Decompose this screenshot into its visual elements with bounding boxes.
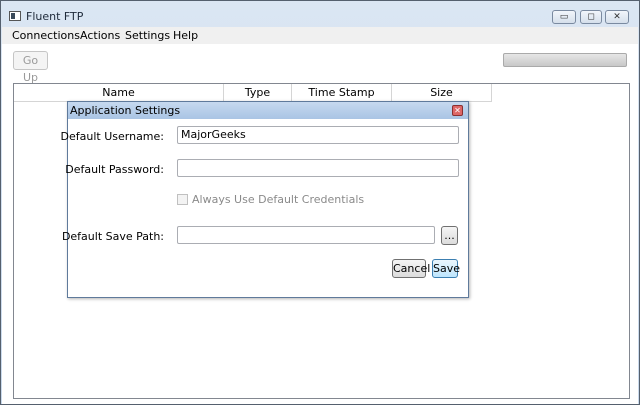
cancel-button[interactable]: Cancel [392, 259, 430, 278]
menu-actions[interactable]: Actions [80, 29, 120, 42]
title-bar: Fluent FTP ▭ ◻ ✕ [1, 1, 639, 27]
username-label: Default Username: [60, 130, 164, 143]
window-title: Fluent FTP [26, 10, 84, 23]
menu-help[interactable]: Help [173, 29, 198, 42]
username-input[interactable]: MajorGeeks [177, 126, 459, 144]
save-path-label: Default Save Path: [61, 230, 164, 243]
progress-bar [503, 53, 627, 67]
menu-connections[interactable]: Connections [12, 29, 80, 42]
default-credentials-label: Always Use Default Credentials [192, 193, 365, 206]
close-button[interactable]: ✕ [605, 10, 629, 24]
minimize-button[interactable]: ▭ [552, 10, 576, 24]
save-path-input[interactable] [177, 226, 435, 244]
go-up-button[interactable]: Go Up [13, 51, 48, 84]
column-header-size[interactable]: Size [392, 84, 492, 102]
app-icon [9, 11, 21, 21]
password-label: Default Password: [65, 163, 164, 176]
browse-button[interactable]: ... [441, 226, 458, 245]
settings-dialog: Application Settings ✕ Default Username:… [61, 101, 469, 298]
menu-settings[interactable]: Settings [125, 29, 170, 42]
column-header-name[interactable]: Name [14, 84, 224, 102]
save-button[interactable]: Save [432, 259, 460, 278]
dialog-close-button[interactable]: ✕ [452, 105, 463, 116]
column-header-timestamp[interactable]: Time Stamp [292, 84, 392, 102]
password-input[interactable] [177, 159, 459, 177]
menu-bar: Connections Actions Settings Help [2, 27, 638, 44]
column-header-type[interactable]: Type [224, 84, 292, 102]
dialog-title: Application Settings [68, 102, 468, 119]
default-credentials-checkbox[interactable] [177, 194, 188, 205]
maximize-button[interactable]: ◻ [580, 10, 602, 24]
